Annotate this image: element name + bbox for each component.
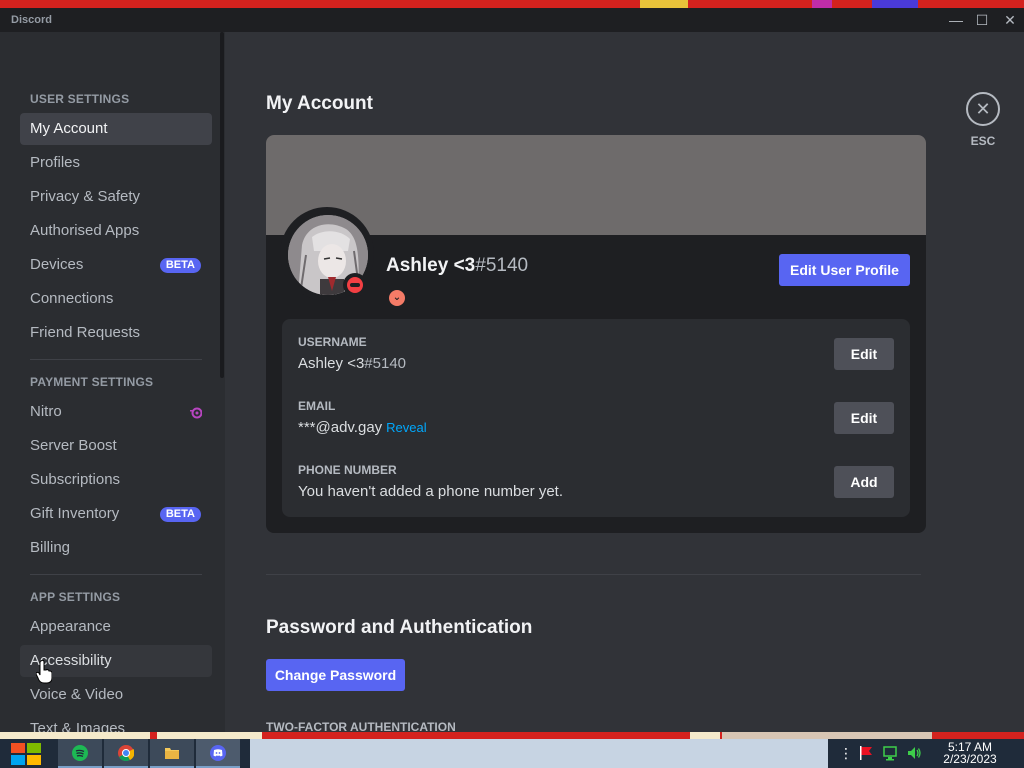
taskbar-file-explorer[interactable] (150, 739, 194, 768)
edit-username-button[interactable]: Edit (834, 338, 894, 370)
username-label: USERNAME (298, 335, 367, 349)
esc-label: ESC (970, 134, 996, 148)
close-settings-button[interactable]: ✕ (966, 92, 1000, 126)
hand-cursor-icon (36, 660, 52, 684)
app-settings-header: APP SETTINGS (30, 590, 121, 604)
taskbar-clock[interactable]: 5:17 AM 2/23/2023 (934, 741, 1006, 765)
sidebar-item-label: Friend Requests (30, 324, 141, 341)
sidebar-divider (30, 359, 202, 360)
phone-value: You haven't added a phone number yet. (298, 483, 564, 500)
spotify-icon (72, 745, 88, 761)
sidebar-item-label: Devices (30, 256, 84, 273)
background-window-strip (0, 0, 1024, 8)
sidebar-item-label: Profiles (30, 154, 81, 171)
sidebar-item-devices[interactable]: Devices BETA (20, 249, 212, 281)
add-phone-button[interactable]: Add (834, 466, 894, 498)
windows-taskbar: ⋮ 5:17 AM 2/23/2023 (0, 739, 1024, 768)
sidebar-item-billing[interactable]: Billing (20, 532, 212, 564)
sidebar-item-label: Appearance (30, 618, 111, 635)
windows-start-icon[interactable] (9, 742, 43, 766)
payment-settings-header: PAYMENT SETTINGS (30, 375, 154, 389)
taskbar-discord[interactable] (196, 739, 240, 768)
sidebar-item-label: Nitro (30, 403, 62, 420)
password-auth-title: Password and Authentication (266, 617, 533, 638)
settings-sidebar: USER SETTINGS My Account Profiles Privac… (0, 32, 225, 732)
username-value: Ashley <3#5140 (298, 355, 406, 372)
sidebar-item-label: Privacy & Safety (30, 188, 141, 205)
email-text: ***@adv.gay (298, 419, 383, 436)
account-card: Ashley <3#5140 ⌄ Edit User Profile USERN… (266, 135, 926, 533)
sidebar-item-label: Subscriptions (30, 471, 121, 488)
close-window-button[interactable]: ✕ (996, 8, 1024, 32)
dnd-status-icon (347, 277, 363, 293)
account-info-panel: USERNAME Ashley <3#5140 Edit EMAIL ***@a… (282, 319, 910, 517)
reveal-email-link[interactable]: Reveal (386, 420, 426, 435)
sidebar-item-profiles[interactable]: Profiles (20, 147, 212, 179)
taskbar-spotify[interactable] (58, 739, 102, 768)
beta-badge: BETA (159, 507, 201, 522)
taskbar-chrome[interactable] (104, 739, 148, 768)
window-title: Discord (11, 14, 52, 26)
maximize-button[interactable]: ☐ (968, 8, 996, 32)
username-tag: #5140 (364, 355, 407, 372)
two-factor-header: TWO-FACTOR AUTHENTICATION (266, 720, 456, 732)
clock-date: 2/23/2023 (943, 752, 997, 766)
sidebar-item-nitro[interactable]: Nitro (20, 396, 212, 428)
email-value: ***@adv.gay Reveal (298, 419, 427, 436)
network-icon[interactable] (882, 745, 898, 761)
sidebar-item-gift-inventory[interactable]: Gift Inventory BETA (20, 498, 212, 530)
sidebar-item-label: Server Boost (30, 437, 117, 454)
sidebar-item-label: Billing (30, 539, 71, 556)
sidebar-item-appearance[interactable]: Appearance (20, 611, 212, 643)
sidebar-scrollbar[interactable] (220, 32, 224, 378)
tray-overflow-icon[interactable]: ⋮ (838, 745, 854, 761)
folder-icon (165, 748, 179, 759)
flag-icon[interactable] (858, 745, 874, 761)
discriminator-text: #5140 (475, 255, 529, 276)
sidebar-item-label: Authorised Apps (30, 222, 140, 239)
change-password-button[interactable]: Change Password (266, 659, 405, 691)
sidebar-item-authorised-apps[interactable]: Authorised Apps (20, 215, 212, 247)
close-icon: ✕ (975, 99, 991, 119)
nitro-icon (190, 407, 202, 419)
minimize-button[interactable]: — (942, 8, 970, 32)
window-titlebar: Discord — ☐ ✕ (0, 8, 1024, 32)
user-settings-header: USER SETTINGS (30, 92, 130, 106)
phone-label: PHONE NUMBER (298, 463, 397, 477)
volume-icon[interactable] (906, 745, 922, 761)
settings-content: My Account ✕ ESC Ashley <3#5140 ⌄ Edit U… (225, 32, 1024, 732)
profile-display-name: Ashley <3#5140 (386, 255, 528, 277)
email-label: EMAIL (298, 399, 336, 413)
sidebar-item-label: Voice & Video (30, 686, 124, 703)
sidebar-item-label: Gift Inventory (30, 505, 120, 522)
sidebar-item-privacy-safety[interactable]: Privacy & Safety (20, 181, 212, 213)
sidebar-item-subscriptions[interactable]: Subscriptions (20, 464, 212, 496)
sidebar-item-server-boost[interactable]: Server Boost (20, 430, 212, 462)
edit-user-profile-button[interactable]: Edit User Profile (779, 254, 910, 286)
taskbar-empty-space (250, 739, 828, 768)
edit-email-button[interactable]: Edit (834, 402, 894, 434)
sidebar-item-my-account[interactable]: My Account (20, 113, 212, 145)
sidebar-item-label: My Account (30, 120, 108, 137)
sidebar-item-label: Connections (30, 290, 114, 307)
discord-icon (210, 745, 226, 761)
display-name-text: Ashley <3 (386, 255, 476, 276)
nitro-badge-icon[interactable]: ⌄ (389, 290, 405, 306)
beta-badge: BETA (159, 258, 201, 273)
sidebar-item-text-images[interactable]: Text & Images (20, 713, 212, 732)
sidebar-item-friend-requests[interactable]: Friend Requests (20, 317, 212, 349)
username-name: Ashley <3 (298, 355, 365, 372)
chrome-icon (118, 745, 134, 761)
sidebar-item-label: Text & Images (30, 720, 126, 732)
section-divider (266, 574, 921, 575)
sidebar-divider (30, 574, 202, 575)
sidebar-item-connections[interactable]: Connections (20, 283, 212, 315)
page-title: My Account (266, 93, 373, 114)
background-window-strip (0, 732, 1024, 739)
profile-banner (266, 135, 926, 235)
